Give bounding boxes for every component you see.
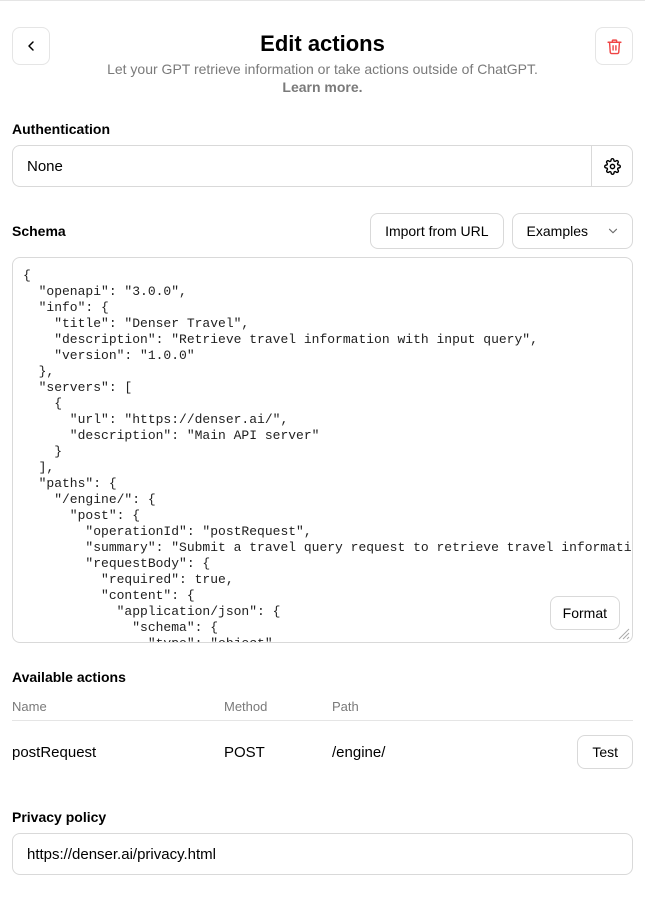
chevron-left-icon	[23, 38, 39, 54]
format-button[interactable]: Format	[550, 596, 620, 630]
import-from-url-button[interactable]: Import from URL	[370, 213, 503, 249]
available-actions-label: Available actions	[12, 669, 633, 685]
learn-more-link[interactable]: Learn more.	[58, 79, 587, 95]
resize-handle-icon[interactable]	[618, 628, 630, 640]
schema-label: Schema	[12, 223, 66, 239]
delete-button[interactable]	[595, 27, 633, 65]
trash-icon	[606, 38, 623, 55]
column-method: Method	[224, 699, 332, 714]
authentication-label: Authentication	[12, 121, 633, 137]
authentication-settings-button[interactable]	[591, 145, 633, 187]
examples-dropdown[interactable]: Examples	[512, 213, 633, 249]
column-path: Path	[332, 699, 573, 714]
action-method: POST	[224, 744, 332, 761]
action-path: /engine/	[332, 744, 573, 761]
page-subtitle: Let your GPT retrieve information or tak…	[58, 61, 587, 77]
privacy-policy-label: Privacy policy	[12, 809, 633, 825]
authentication-select[interactable]: None	[12, 145, 591, 187]
authentication-value: None	[27, 158, 63, 175]
gear-icon	[604, 158, 621, 175]
action-name: postRequest	[12, 744, 224, 761]
test-button[interactable]: Test	[577, 735, 633, 769]
chevron-down-icon	[606, 224, 620, 238]
page-title: Edit actions	[58, 31, 587, 57]
action-row: postRequest POST /engine/ Test	[12, 721, 633, 783]
privacy-policy-input[interactable]	[12, 833, 633, 875]
column-name: Name	[12, 699, 224, 714]
back-button[interactable]	[12, 27, 50, 65]
schema-textarea[interactable]	[13, 258, 632, 642]
examples-label: Examples	[527, 223, 588, 239]
